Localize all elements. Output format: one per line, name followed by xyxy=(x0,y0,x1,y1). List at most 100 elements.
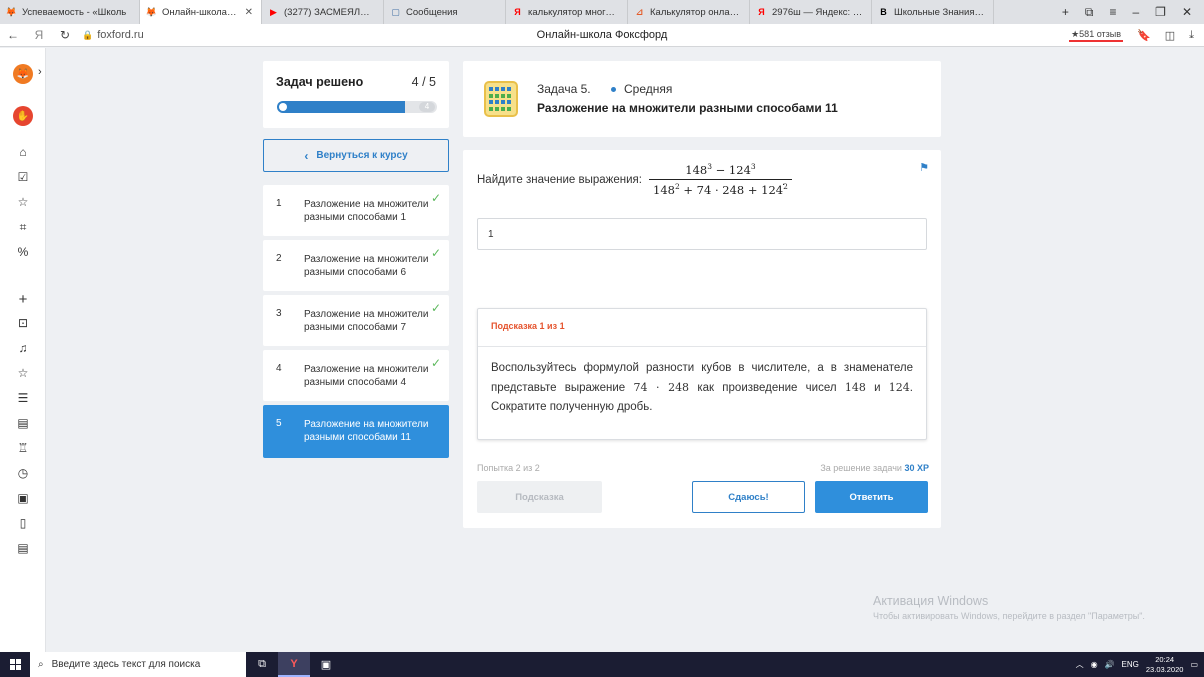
browser-tab[interactable]: ▢ Сообщения xyxy=(384,0,506,24)
tab-favicon-icon: 🦊 xyxy=(5,6,18,17)
browser-tab[interactable]: ⊿ Калькулятор онлайн - Уп xyxy=(628,0,750,24)
url-field[interactable]: 🔒 foxford.ru xyxy=(82,29,144,41)
bookmark-icon[interactable]: 🔖 xyxy=(1137,29,1151,42)
reload-icon[interactable]: ↻ xyxy=(52,28,78,42)
start-button[interactable] xyxy=(0,652,30,677)
sidebar-toggle-icon[interactable]: ◫ xyxy=(1165,29,1175,42)
tab-title: Сообщения xyxy=(406,6,458,18)
system-tray: ︿ ◉ 🔊 ENG 20:24 23.03.2020 ▭ xyxy=(1076,655,1204,675)
difficulty-badge: Средняя xyxy=(611,82,672,96)
tag-icon[interactable]: ⌗ xyxy=(0,220,46,235)
download-icon[interactable]: ⤓ xyxy=(1189,29,1194,42)
foxford-logo-icon[interactable]: 🦊 xyxy=(13,64,33,84)
task-title: Разложение на множители разными способам… xyxy=(537,101,838,115)
answer-input[interactable] xyxy=(477,218,927,250)
language-indicator[interactable]: ENG xyxy=(1122,660,1139,669)
tab-favicon-icon: Я xyxy=(514,7,521,17)
windows-logo-icon xyxy=(9,659,21,670)
attempts-counter: Попытка 2 из 2 xyxy=(477,463,540,473)
back-to-course-button[interactable]: ‹ Вернуться к курсу xyxy=(263,139,449,172)
restore-icon[interactable]: ❐ xyxy=(1155,5,1166,19)
browser-tab[interactable]: ▶ (3277) ЗАСМЕЯЛСЯ - ПОД xyxy=(262,0,384,24)
play-box-icon[interactable]: ⊡ xyxy=(0,316,46,330)
plus-icon[interactable]: + xyxy=(0,291,46,308)
task-number: Задача 5. xyxy=(537,82,591,96)
tab-title: Успеваемость - «Школь xyxy=(22,6,127,18)
lesson-number: 4 xyxy=(276,363,282,374)
difficulty-dot-icon xyxy=(611,86,616,92)
notification-icon[interactable]: ✋ xyxy=(13,106,33,126)
browser-tab[interactable]: Я 2976ш — Яндекс: нашло xyxy=(750,0,872,24)
percent-icon[interactable]: % xyxy=(0,245,46,259)
browser-tab[interactable]: B Школьные Знания.com - xyxy=(872,0,994,24)
network-icon[interactable]: ◉ xyxy=(1091,660,1098,669)
address-bar: ← Я ↻ 🔒 foxford.ru Онлайн-школа Фоксфорд… xyxy=(0,24,1204,47)
reviews-badge[interactable]: ★581 отзыв xyxy=(1069,29,1124,42)
give-up-button[interactable]: Сдаюсь! xyxy=(692,481,805,513)
tab-favicon-icon: Я xyxy=(758,7,765,17)
yandex-browser-taskbar-icon[interactable]: Y xyxy=(278,652,310,677)
lesson-item[interactable]: 5 Разложение на множители разными способа… xyxy=(263,405,449,458)
trophy-icon[interactable]: ♖ xyxy=(0,441,46,455)
clock[interactable]: 20:24 23.03.2020 xyxy=(1146,655,1184,675)
star-icon[interactable]: ☆ xyxy=(0,195,46,209)
tab-favicon-icon: B xyxy=(880,7,887,17)
book-icon[interactable]: ▯ xyxy=(0,516,46,530)
tab-title: (3277) ЗАСМЕЯЛСЯ - ПОД xyxy=(284,6,375,18)
question-text: Найдите значение выражения: xyxy=(477,174,642,186)
hint-button[interactable]: Подсказка xyxy=(477,481,602,513)
lesson-label: Разложение на множители разными способам… xyxy=(304,199,429,223)
lesson-item[interactable]: 4 Разложение на множители разными способа… xyxy=(263,350,449,401)
lesson-number: 3 xyxy=(276,308,282,319)
tab-close-icon[interactable]: ✕ xyxy=(245,7,253,18)
document-icon[interactable]: ▤ xyxy=(0,541,46,555)
list-icon[interactable]: ☰ xyxy=(0,391,46,405)
browser-tab[interactable]: 🦊 Успеваемость - «Школь xyxy=(0,0,140,24)
progress-bar: 4 xyxy=(277,101,437,113)
browser-tab[interactable]: Якалькулятор многочлен xyxy=(506,0,628,24)
tasks-check-icon[interactable]: ☑ xyxy=(0,170,46,184)
hint-header: Подсказка 1 из 1 xyxy=(478,309,926,347)
clock-icon[interactable]: ◷ xyxy=(0,466,46,480)
left-navigation-rail: 🦊 › ✋ ⌂ ☑ ☆ ⌗ % + ⊡ ♫ ☆ ☰ ▤ ♖ ◷ ▣ ▯ ▤ xyxy=(0,48,46,652)
taskbar-search[interactable]: ⌕ Введите здесь текст для поиска xyxy=(30,652,246,677)
checkmark-icon: ✓ xyxy=(430,191,441,205)
lock-icon: 🔒 xyxy=(82,29,94,40)
home-icon[interactable]: ⌂ xyxy=(0,145,46,159)
new-tab-icon[interactable]: + xyxy=(1062,5,1069,19)
minimize-icon[interactable]: – xyxy=(1132,5,1139,19)
lesson-number: 5 xyxy=(276,418,282,429)
submit-answer-button[interactable]: Ответить xyxy=(815,481,928,513)
lesson-label: Разложение на множители разными способам… xyxy=(304,254,429,278)
chevron-right-icon[interactable]: › xyxy=(38,66,42,78)
favorites-star-icon[interactable]: ☆ xyxy=(0,366,46,380)
lesson-item[interactable]: 3 Разложение на множители разными способа… xyxy=(263,295,449,346)
yandex-logo-icon[interactable]: Я xyxy=(26,28,52,42)
task-view-icon[interactable]: ⧉ xyxy=(246,652,278,677)
lesson-label: Разложение на множители разными способам… xyxy=(304,309,429,333)
report-flag-icon[interactable]: ⚑ xyxy=(919,161,929,174)
progress-bar-fill xyxy=(277,101,405,113)
checkmark-icon: ✓ xyxy=(430,301,441,315)
tab-collections-icon[interactable]: ⧉ xyxy=(1085,5,1094,20)
tab-title: Онлайн-школа Фоксф xyxy=(162,6,239,18)
lessons-list: 1 Разложение на множители разными способа… xyxy=(263,185,449,462)
browser-tab[interactable]: 🦊 Онлайн-школа Фоксф ✕ xyxy=(140,0,262,24)
tab-title: Школьные Знания.com - xyxy=(894,6,985,18)
briefcase-icon[interactable]: ▣ xyxy=(0,491,46,505)
browser-menu-icon[interactable]: ≡ xyxy=(1109,5,1116,19)
search-placeholder: Введите здесь текст для поиска xyxy=(51,659,201,670)
lesson-item[interactable]: 1 Разложение на множители разными способа… xyxy=(263,185,449,236)
library-icon[interactable]: ▤ xyxy=(0,416,46,430)
page-title: Онлайн-школа Фоксфорд xyxy=(536,29,668,41)
tray-arrow-icon[interactable]: ︿ xyxy=(1076,659,1084,670)
notifications-icon[interactable]: ▭ xyxy=(1190,660,1198,669)
close-window-icon[interactable]: ✕ xyxy=(1182,5,1192,19)
lesson-item[interactable]: 2 Разложение на множители разными способа… xyxy=(263,240,449,291)
volume-icon[interactable]: 🔊 xyxy=(1105,660,1115,669)
app-taskbar-icon[interactable]: ▣ xyxy=(310,652,342,677)
headphones-icon[interactable]: ♫ xyxy=(0,341,46,355)
reward-info: За решение задачи 30 XP xyxy=(820,463,929,473)
fraction-numerator: 1483 − 1243 xyxy=(685,162,756,177)
back-arrow-icon[interactable]: ← xyxy=(0,28,26,42)
